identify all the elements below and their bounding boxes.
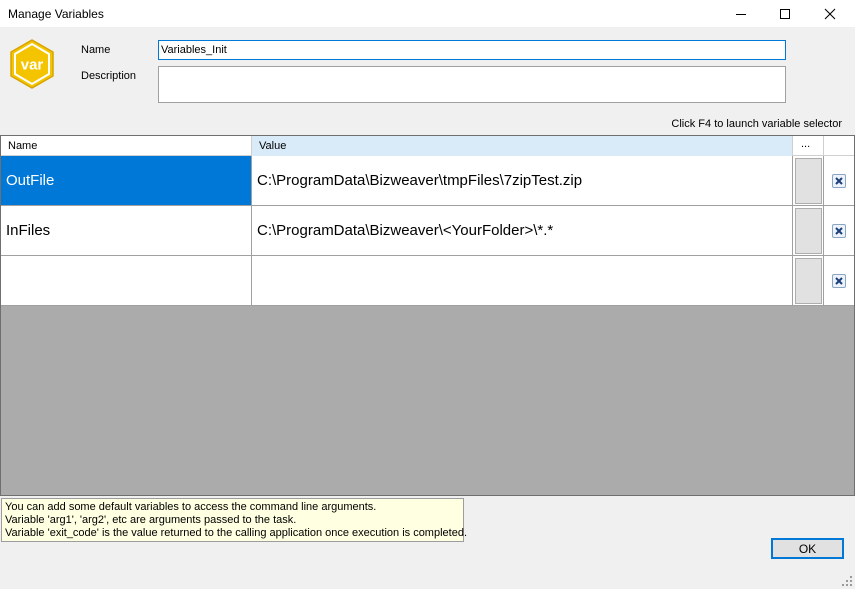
maximize-button[interactable] xyxy=(763,0,807,27)
help-tooltip: You can add some default variables to ac… xyxy=(1,498,467,542)
minimize-button[interactable] xyxy=(719,0,763,27)
ok-button[interactable]: OK xyxy=(771,538,844,559)
delete-row-button[interactable] xyxy=(832,173,846,188)
browse-cell xyxy=(793,206,824,255)
name-label: Name xyxy=(81,44,111,56)
column-header-name[interactable]: Name xyxy=(1,136,252,156)
browse-button[interactable] xyxy=(794,157,822,204)
close-icon xyxy=(824,8,836,19)
close-button[interactable] xyxy=(808,0,852,27)
tooltip-line: You can add some default variables to ac… xyxy=(5,501,377,513)
title-bar: Manage Variables xyxy=(0,0,855,27)
description-input[interactable] xyxy=(158,66,786,103)
delete-cell xyxy=(824,256,854,305)
tooltip-line: Variable 'arg1', 'arg2', etc are argumen… xyxy=(5,514,297,526)
variables-grid[interactable]: Name Value ... OutFile C:\ProgramData\Bi… xyxy=(0,135,855,496)
table-row[interactable]: InFiles C:\ProgramData\Bizweaver\<YourFo… xyxy=(1,206,854,256)
variable-name-cell[interactable]: InFiles xyxy=(1,206,252,255)
table-row[interactable]: OutFile C:\ProgramData\Bizweaver\tmpFile… xyxy=(1,156,854,206)
browse-cell xyxy=(793,256,824,305)
tooltip-line: Variable 'exit_code' is the value return… xyxy=(5,527,467,539)
minimize-icon xyxy=(736,13,746,15)
maximize-icon xyxy=(780,8,790,19)
column-header-dots[interactable]: ... xyxy=(793,136,824,156)
variable-name-cell[interactable] xyxy=(1,256,252,305)
table-row-new[interactable] xyxy=(1,256,854,306)
delete-x-icon xyxy=(835,226,843,235)
variable-value-cell[interactable]: C:\ProgramData\Bizweaver\tmpFiles\7zipTe… xyxy=(252,156,793,205)
resize-grip-icon[interactable] xyxy=(841,575,853,587)
var-logo-icon: var xyxy=(6,38,58,90)
browse-button[interactable] xyxy=(794,257,822,304)
variable-selector-hint: Click F4 to launch variable selector xyxy=(671,118,842,130)
delete-cell xyxy=(824,156,854,205)
delete-row-button[interactable] xyxy=(832,273,846,288)
window-title: Manage Variables xyxy=(8,7,104,21)
delete-row-button[interactable] xyxy=(832,223,846,238)
variable-value-cell[interactable]: C:\ProgramData\Bizweaver\<YourFolder>\*.… xyxy=(252,206,793,255)
description-label: Description xyxy=(81,70,137,82)
column-header-delete xyxy=(824,136,854,156)
column-header-value[interactable]: Value xyxy=(252,136,793,156)
delete-x-icon xyxy=(835,276,843,285)
variable-name-cell[interactable]: OutFile xyxy=(1,156,252,205)
browse-cell xyxy=(793,156,824,205)
delete-x-icon xyxy=(835,176,843,185)
logo-text: var xyxy=(21,57,44,74)
grid-header: Name Value ... xyxy=(1,136,854,156)
delete-cell xyxy=(824,206,854,255)
name-input[interactable] xyxy=(158,40,786,60)
variable-value-cell[interactable] xyxy=(252,256,793,305)
browse-button[interactable] xyxy=(794,207,822,254)
